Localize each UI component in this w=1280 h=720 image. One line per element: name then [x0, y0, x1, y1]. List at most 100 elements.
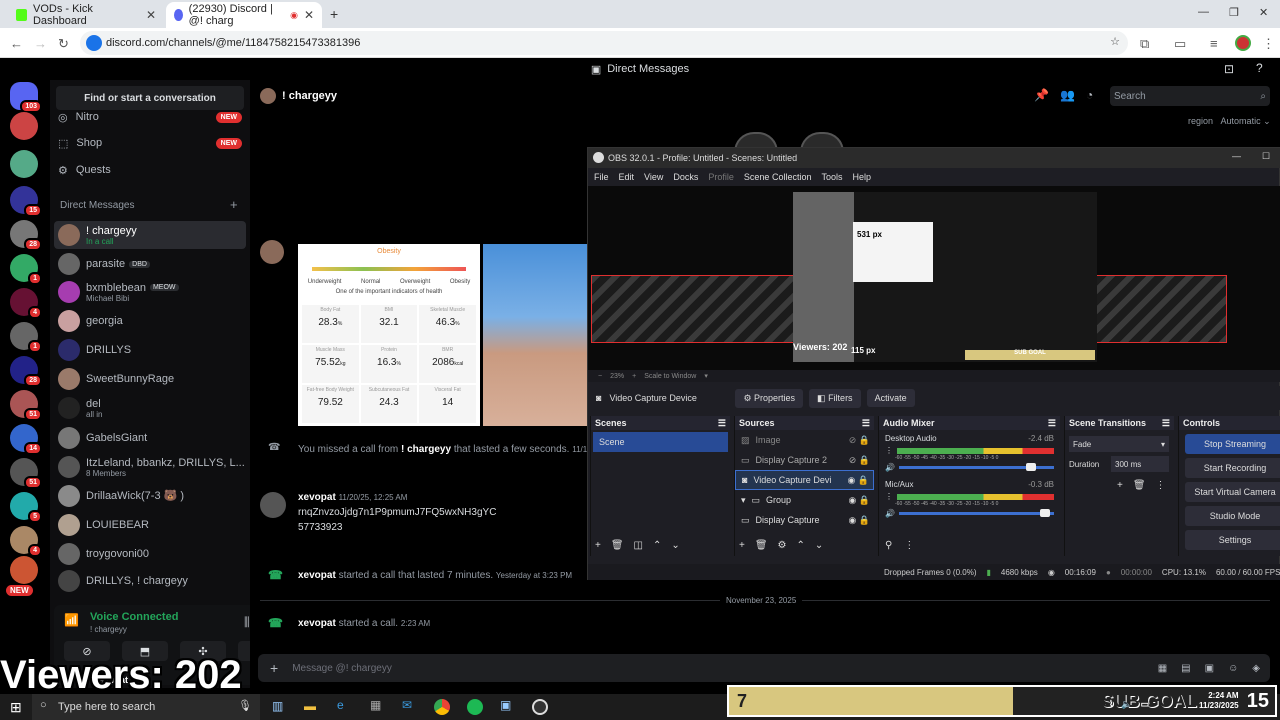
properties-button[interactable]: ⚙ Properties [735, 388, 804, 408]
duration-input[interactable]: 300 ms [1111, 456, 1169, 472]
more-icon[interactable]: ⋮ [1156, 480, 1166, 491]
inbox-icon[interactable]: ⊡ [1224, 62, 1234, 76]
close-window-icon[interactable]: ✕ [1259, 6, 1268, 19]
server-icon[interactable]: 1 [10, 254, 42, 285]
dm-row[interactable]: LOUIEBEAR [54, 511, 246, 539]
gif-icon[interactable]: ▤ [1181, 663, 1190, 674]
zoom-in-icon[interactable]: + [632, 373, 636, 380]
volume-icon[interactable]: 🔈 [1121, 699, 1132, 710]
notification-icon[interactable]: ▭ [1141, 699, 1150, 710]
menu-icon[interactable]: ⋮ [1262, 36, 1275, 52]
server-icon[interactable]: 5 [10, 492, 42, 523]
visibility-off-icon[interactable]: ⊘ 🔒 [849, 455, 870, 466]
username[interactable]: ! chargeyy [401, 444, 451, 455]
server-icon[interactable]: 1 [10, 322, 42, 353]
search-input[interactable]: Search ⌕ [1110, 86, 1270, 106]
nav-shop[interactable]: ⬚ Shop NEW [58, 132, 242, 154]
dm-row[interactable]: ! chargeyy In a call [54, 221, 246, 249]
reload-icon[interactable]: ↻ [58, 36, 69, 52]
app-icon[interactable]: ▣ [500, 698, 511, 712]
edge-icon[interactable]: e [337, 698, 344, 712]
filters-button[interactable]: ◧ Filters [809, 388, 861, 408]
advanced-audio-icon[interactable]: ⚲ [885, 540, 892, 551]
scale-mode[interactable]: Scale to Window [644, 373, 696, 380]
forward-icon[interactable]: → [34, 36, 47, 51]
server-icon[interactable]: 4 [10, 526, 42, 557]
username[interactable]: xevopat [298, 618, 336, 629]
spotify-icon[interactable] [467, 699, 483, 715]
dock-menu-icon[interactable]: ☰ [718, 418, 726, 429]
minimize-icon[interactable]: — [1232, 151, 1241, 161]
dm-row[interactable]: DRILLYS, ! chargeyy [54, 567, 246, 595]
close-tab-icon[interactable]: ✕ [146, 8, 156, 22]
add-icon[interactable]: + [739, 540, 745, 551]
source-item[interactable]: ▭ Display Capture ◉ 🔒 [735, 510, 874, 530]
dm-row[interactable]: georgia [54, 307, 246, 335]
cast-icon[interactable]: ▭ [1174, 36, 1186, 52]
server-icon[interactable]: 14 [10, 424, 42, 455]
down-icon[interactable]: ⌄ [815, 540, 823, 551]
maximize-icon[interactable]: ☐ [1262, 151, 1270, 162]
server-icon[interactable] [10, 556, 38, 584]
visibility-off-icon[interactable]: ⊘ 🔒 [849, 435, 870, 446]
add-friends-icon[interactable]: 👥 [1060, 88, 1075, 102]
menu-view[interactable]: View [644, 172, 663, 182]
menu-docks[interactable]: Docks [673, 172, 698, 182]
network-icon[interactable]: ⌇ [1109, 699, 1113, 710]
obs-taskbar-icon[interactable] [532, 699, 548, 715]
server-icon[interactable]: 51 [10, 458, 42, 489]
bookmark-star-icon[interactable]: ☆ [1110, 35, 1120, 48]
attach-icon[interactable]: + [270, 660, 278, 676]
tab-discord[interactable]: (22930) Discord | @! charg ◉ ✕ [166, 2, 322, 28]
menu-help[interactable]: Help [852, 172, 871, 182]
start-recording-button[interactable]: Start Recording [1185, 458, 1280, 478]
menu-profile[interactable]: Profile [708, 172, 734, 182]
task-view-icon[interactable]: ▥ [272, 699, 283, 713]
taskbar-search[interactable]: ○ Type here to search 🎙 [32, 694, 260, 720]
zoom-out-icon[interactable]: − [598, 373, 602, 380]
avatar[interactable] [260, 492, 286, 518]
maximize-icon[interactable]: ❐ [1229, 6, 1239, 19]
region-row[interactable]: region Automatic ⌄ [1188, 116, 1271, 127]
store-icon[interactable]: ▦ [370, 698, 381, 712]
trash-icon[interactable]: 🗑 [611, 540, 624, 551]
gear-icon[interactable]: ⚙ [778, 540, 787, 551]
up-icon[interactable]: ⌃ [797, 540, 805, 551]
mail-icon[interactable]: ✉ [402, 698, 412, 712]
add-icon[interactable]: + [595, 540, 601, 551]
username[interactable]: xevopat [298, 570, 336, 581]
help-icon[interactable]: ? [1256, 61, 1263, 75]
windows-start-icon[interactable]: ⊞ [10, 699, 22, 716]
up-icon[interactable]: ⌃ [653, 540, 661, 551]
scene-item[interactable]: Scene [593, 432, 728, 452]
start-virtual-camera-button[interactable]: Start Virtual Camera [1185, 482, 1280, 502]
minimize-icon[interactable]: — [1198, 6, 1209, 18]
health-report-image[interactable]: Obesity Underweight Normal Overweight Ob… [298, 244, 480, 426]
nav-nitro[interactable]: ◎ Nitro NEW [58, 106, 242, 128]
microphone-icon[interactable]: 🎙 [238, 699, 252, 712]
volume-slider[interactable] [898, 463, 1054, 471]
server-icon[interactable]: 28 [10, 356, 42, 387]
speaker-icon[interactable]: 🔊 [885, 509, 895, 518]
gift-icon[interactable]: ▦ [1158, 663, 1167, 674]
file-explorer-icon[interactable]: ▬ [304, 699, 316, 713]
server-icon[interactable]: 4 [10, 288, 42, 319]
dm-row[interactable]: ItzLeland, bbankz, DRILLYS, L... 8 Member… [54, 453, 246, 481]
create-dm-icon[interactable]: + [230, 197, 238, 212]
dm-row[interactable]: troygovoni00 [54, 540, 246, 568]
sticker-icon[interactable]: ▣ [1205, 663, 1214, 674]
chevron-down-icon[interactable]: ▾ [704, 372, 708, 380]
media-icon[interactable]: ≡ [1210, 36, 1218, 51]
source-item[interactable]: ▭ Display Capture 2 ⊘ 🔒 [735, 450, 874, 470]
dm-row[interactable]: GabelsGiant [54, 424, 246, 452]
username[interactable]: xevopat [298, 492, 336, 503]
more-icon[interactable]: ⋮ [885, 446, 893, 455]
down-icon[interactable]: ⌄ [671, 540, 679, 551]
back-icon[interactable]: ← [10, 36, 23, 51]
menu-edit[interactable]: Edit [619, 172, 635, 182]
pin-icon[interactable]: 📌 [1034, 88, 1049, 102]
apps-icon[interactable]: ◈ [1252, 663, 1260, 674]
menu-tools[interactable]: Tools [821, 172, 842, 182]
dock-menu-icon[interactable]: ☰ [862, 418, 870, 429]
emoji-icon[interactable]: ☺ [1228, 663, 1238, 674]
